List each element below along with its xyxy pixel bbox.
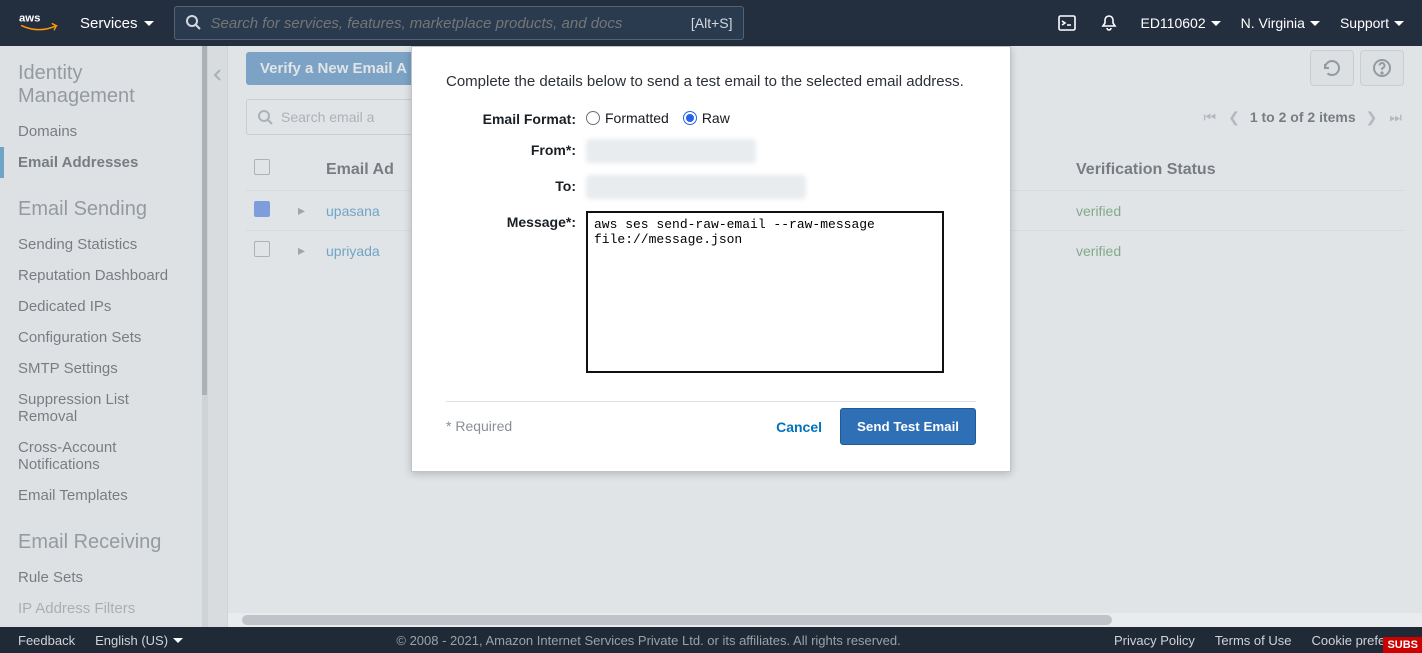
feedback-link[interactable]: Feedback [18,633,75,648]
language-menu[interactable]: English (US) [95,633,183,648]
cloudshell-icon[interactable] [1056,12,1078,34]
label-email-format: Email Format: [446,108,586,127]
from-value-redacted [586,139,756,163]
svg-text:aws: aws [19,13,40,25]
to-value-redacted[interactable] [586,175,806,199]
modal-lead: Complete the details below to send a tes… [446,73,976,90]
global-search-input[interactable] [211,15,681,32]
label-message: Message*: [446,211,586,230]
caret-down-icon [144,21,154,26]
label-to: To: [446,175,586,199]
top-nav: aws Services [Alt+S] ED110602 N. Virgini… [0,0,1422,46]
send-test-email-modal: Complete the details below to send a tes… [411,46,1011,472]
terms-link[interactable]: Terms of Use [1215,633,1292,648]
cancel-button[interactable]: Cancel [776,419,822,435]
aws-logo[interactable]: aws [18,11,60,35]
search-shortcut: [Alt+S] [691,15,733,31]
message-textarea[interactable] [586,211,944,373]
notifications-icon[interactable] [1098,12,1120,34]
subs-badge: SUBS [1383,637,1422,653]
caret-down-icon [1310,21,1320,26]
content-scrollbar[interactable] [228,613,1422,627]
radio-formatted[interactable]: Formatted [586,110,669,126]
search-icon [185,14,201,33]
radio-raw[interactable]: Raw [683,110,730,126]
footer: Feedback English (US) © 2008 - 2021, Ama… [0,627,1422,653]
global-search[interactable]: [Alt+S] [174,6,744,40]
caret-down-icon [1211,21,1221,26]
send-test-email-button[interactable]: Send Test Email [840,408,976,445]
copyright: © 2008 - 2021, Amazon Internet Services … [203,633,1094,648]
account-menu[interactable]: ED110602 [1140,15,1220,31]
support-menu[interactable]: Support [1340,15,1404,31]
caret-down-icon [173,638,183,643]
region-menu[interactable]: N. Virginia [1241,15,1320,31]
caret-down-icon [1394,21,1404,26]
services-menu[interactable]: Services [80,15,154,32]
services-label: Services [80,15,138,32]
privacy-link[interactable]: Privacy Policy [1114,633,1195,648]
label-from: From*: [446,139,586,163]
